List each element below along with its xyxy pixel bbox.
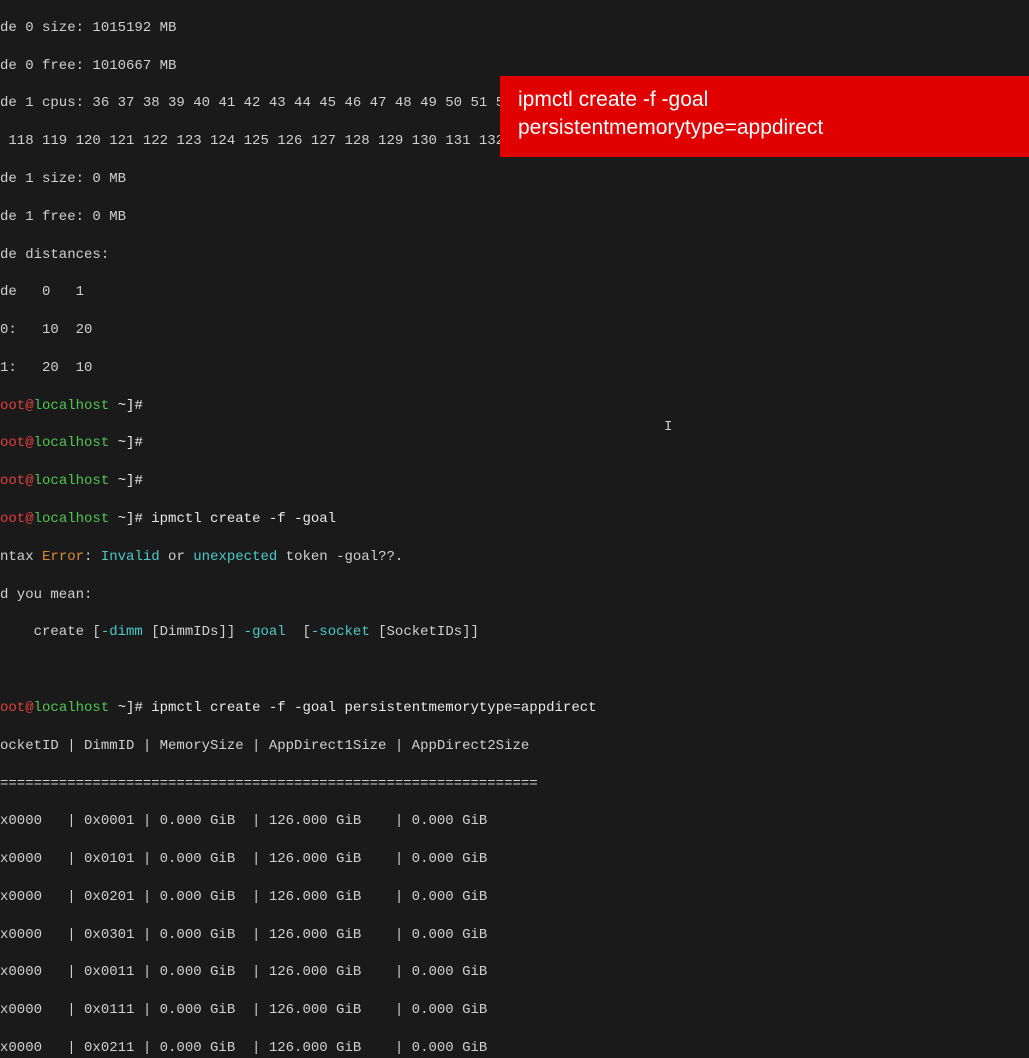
node0-free: de 0 free: 1010667 MB [0,57,1029,76]
table-header: ocketID | DimmID | MemorySize | AppDirec… [0,737,1029,756]
table-row: x0000 | 0x0211 | 0.000 GiB | 126.000 GiB… [0,1039,1029,1058]
prompt-goodcmd: oot@localhost ~]# ipmctl create -f -goal… [0,699,1029,718]
table-row: x0000 | 0x0301 | 0.000 GiB | 126.000 GiB… [0,926,1029,945]
text-cursor-icon: I [664,418,672,437]
overlay-line2: persistentmemorytype=appdirect [518,114,1011,142]
hint-line: create [-dimm [DimmIDs]] -goal [-socket … [0,623,1029,642]
prompt-errcmd: oot@localhost ~]# ipmctl create -f -goal [0,510,1029,529]
node1-free: de 1 free: 0 MB [0,208,1029,227]
prompt-empty-1: oot@localhost ~]# [0,397,1029,416]
node0-size: de 0 size: 1015192 MB [0,19,1029,38]
node1-size: de 1 size: 0 MB [0,170,1029,189]
command-overlay: ipmctl create -f -goal persistentmemoryt… [500,76,1029,157]
table-row: x0000 | 0x0201 | 0.000 GiB | 126.000 GiB… [0,888,1029,907]
node-distances-row0: 0: 10 20 [0,321,1029,340]
table-row: x0000 | 0x0111 | 0.000 GiB | 126.000 GiB… [0,1001,1029,1020]
did-you-mean: d you mean: [0,586,1029,605]
prompt-empty-3: oot@localhost ~]# [0,472,1029,491]
table-row: x0000 | 0x0011 | 0.000 GiB | 126.000 GiB… [0,963,1029,982]
node-distances-header: de 0 1 [0,283,1029,302]
terminal-output[interactable]: de 0 size: 1015192 MB de 0 free: 1010667… [0,0,1029,1058]
prompt-empty-2: oot@localhost ~]# [0,434,1029,453]
node-distances-label: de distances: [0,246,1029,265]
table-divider: ========================================… [0,775,1029,794]
syntax-error: ntax Error: Invalid or unexpected token … [0,548,1029,567]
overlay-line1: ipmctl create -f -goal [518,86,1011,114]
blank-line [0,661,1029,680]
table-row: x0000 | 0x0001 | 0.000 GiB | 126.000 GiB… [0,812,1029,831]
table-row: x0000 | 0x0101 | 0.000 GiB | 126.000 GiB… [0,850,1029,869]
node-distances-row1: 1: 20 10 [0,359,1029,378]
